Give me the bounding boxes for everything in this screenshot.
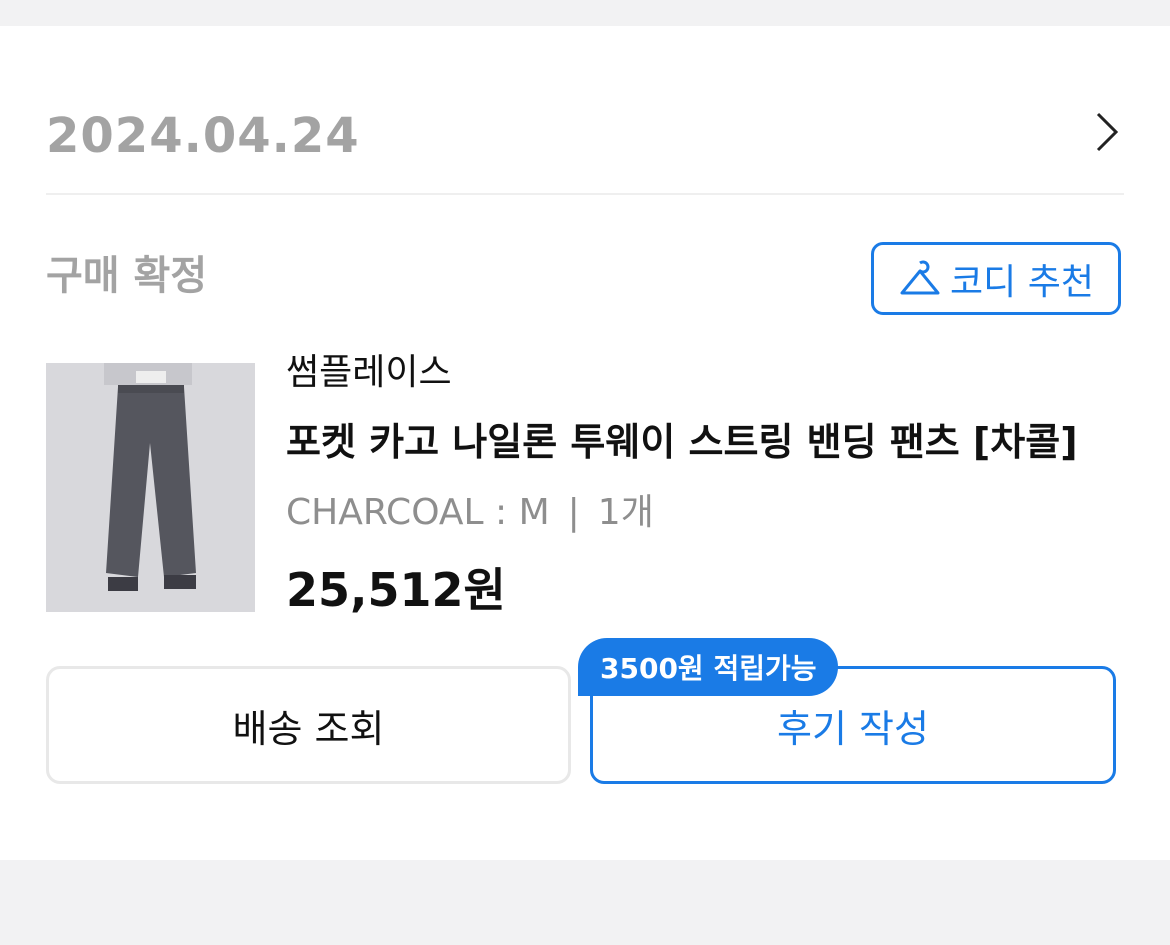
- product-price: 25,512원: [286, 563, 506, 617]
- order-date: 2024.04.24: [46, 108, 360, 164]
- order-status: 구매 확정: [46, 253, 208, 299]
- product-image[interactable]: [46, 363, 255, 612]
- option-quantity: 1개: [597, 492, 654, 533]
- product-photo: [46, 363, 255, 612]
- divider: [46, 193, 1124, 195]
- hanger-icon: [900, 260, 940, 294]
- product-name[interactable]: 포켓 카고 나일론 투웨이 스트링 밴딩 팬츠 [차콜]: [286, 416, 1078, 468]
- option-separator: |: [567, 492, 580, 533]
- product-option: CHARCOAL : M | 1개: [286, 488, 654, 538]
- codi-recommend-button[interactable]: 코디 추천: [871, 242, 1121, 315]
- points-badge: 3500원 적립가능: [578, 638, 839, 696]
- chevron-right-icon[interactable]: [1088, 108, 1124, 156]
- option-value: CHARCOAL : M: [286, 492, 550, 533]
- product-brand[interactable]: 썸플레이스: [286, 348, 452, 398]
- delivery-tracking-button[interactable]: 배송 조회: [46, 666, 571, 784]
- codi-recommend-label: 코디 추천: [950, 261, 1094, 303]
